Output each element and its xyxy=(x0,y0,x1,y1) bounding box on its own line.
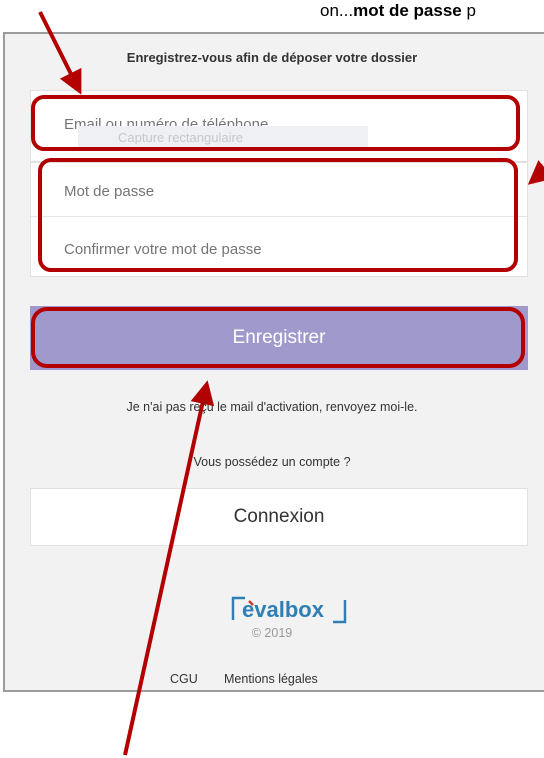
connexion-button[interactable]: Connexion xyxy=(30,488,528,546)
field-divider xyxy=(31,216,527,217)
copyright: © 2019 xyxy=(251,626,293,640)
mentions-legales-link[interactable]: Mentions légales xyxy=(224,672,318,686)
cgu-link[interactable]: CGU xyxy=(170,672,198,686)
form-title: Enregistrez-vous afin de déposer votre d… xyxy=(126,50,418,65)
confirm-password-field[interactable] xyxy=(30,225,528,275)
top-caption-prefix: on... xyxy=(320,1,354,20)
password-field[interactable] xyxy=(30,167,528,217)
have-account-text: Vous possédez un compte ? xyxy=(193,455,351,469)
capture-overlay-text: Capture rectangulaire xyxy=(78,126,368,150)
resend-activation-link[interactable]: Je n'ai pas reçu le mail d'activation, r… xyxy=(0,400,544,414)
top-caption-suffix: p xyxy=(461,1,476,20)
evalbox-logo: evalbox xyxy=(231,596,347,624)
logo-text: evalbox xyxy=(242,597,325,622)
top-caption: on...mot de passe p xyxy=(320,0,476,22)
top-caption-bold: mot de passe xyxy=(353,1,462,20)
register-button[interactable]: Enregistrer xyxy=(30,306,528,370)
